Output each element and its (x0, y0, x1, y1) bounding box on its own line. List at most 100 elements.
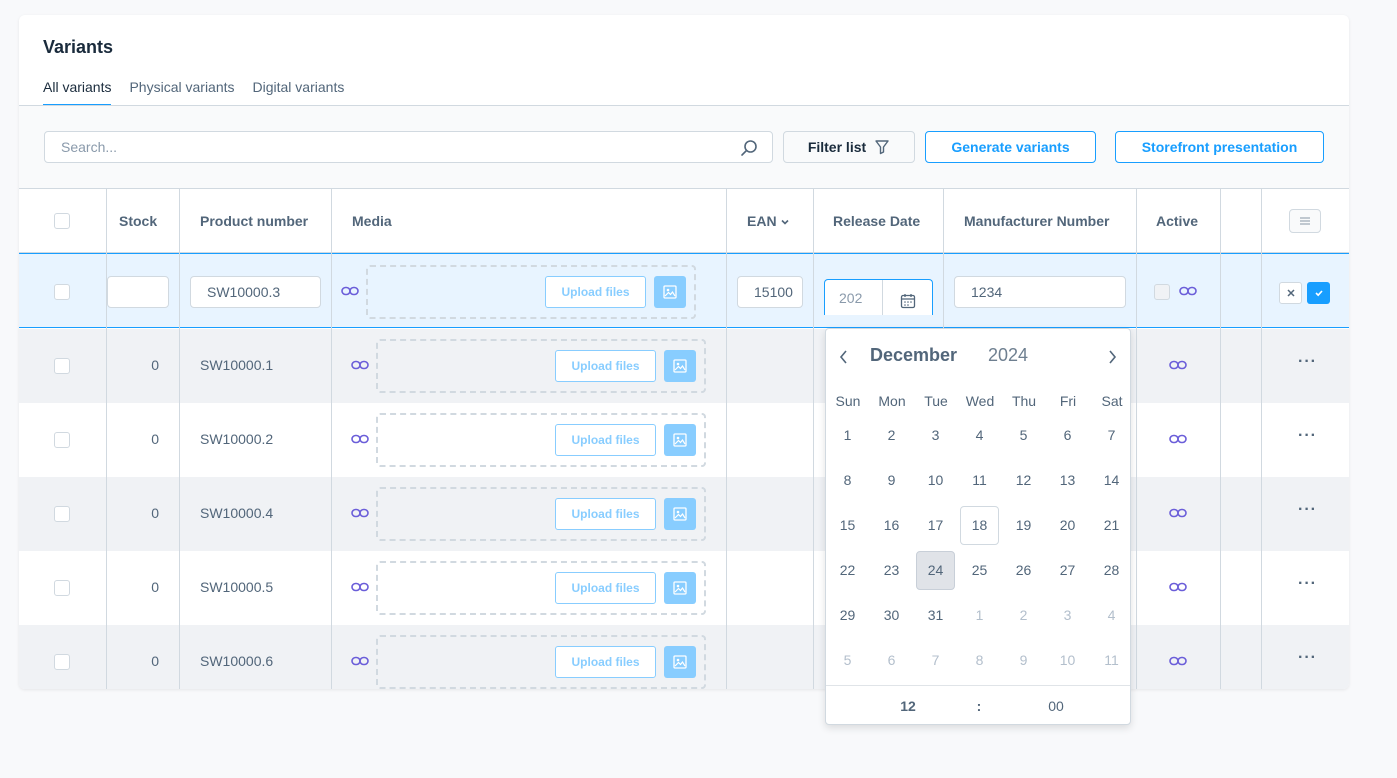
link-icon[interactable] (351, 358, 369, 372)
row-actions-button[interactable]: ··· (1298, 427, 1317, 445)
media-library-button[interactable] (664, 424, 696, 456)
calendar-year[interactable]: 2024 (988, 345, 1028, 366)
link-icon[interactable] (341, 284, 359, 298)
row-checkbox[interactable] (54, 432, 70, 448)
upload-files-button[interactable]: Upload files (555, 424, 656, 456)
product-number-input[interactable]: SW10000.3 (190, 276, 321, 308)
calendar-day[interactable]: 30 (872, 596, 911, 635)
search-icon[interactable] (740, 139, 758, 157)
calendar-day[interactable]: 25 (960, 551, 999, 590)
calendar-day[interactable]: 26 (1004, 551, 1043, 590)
row-actions-button[interactable]: ··· (1298, 501, 1317, 519)
calendar-day[interactable]: 21 (1092, 506, 1131, 545)
calendar-day[interactable]: 18 (960, 506, 999, 545)
calendar-day[interactable]: 8 (828, 461, 867, 500)
calendar-day[interactable]: 22 (828, 551, 867, 590)
filter-list-button[interactable]: Filter list (783, 131, 915, 163)
calendar-day-outside[interactable]: 11 (1092, 641, 1131, 680)
link-icon[interactable] (1169, 580, 1187, 594)
calendar-day-outside[interactable]: 3 (1048, 596, 1087, 635)
hour-input[interactable]: 12 (892, 698, 924, 714)
column-header-active[interactable]: Active (1156, 189, 1198, 253)
calendar-day[interactable]: 14 (1092, 461, 1131, 500)
column-header-release-date[interactable]: Release Date (833, 189, 920, 253)
calendar-day[interactable]: 20 (1048, 506, 1087, 545)
active-checkbox[interactable] (1154, 284, 1170, 300)
calendar-day[interactable]: 15 (828, 506, 867, 545)
calendar-day[interactable]: 17 (916, 506, 955, 545)
select-all-checkbox[interactable] (54, 213, 70, 229)
calendar-day[interactable]: 7 (1092, 416, 1131, 455)
row-checkbox[interactable] (54, 506, 70, 522)
calendar-day-outside[interactable]: 4 (1092, 596, 1131, 635)
link-icon[interactable] (351, 580, 369, 594)
calendar-day[interactable]: 1 (828, 416, 867, 455)
ean-input[interactable]: 15100 (737, 276, 803, 308)
calendar-day[interactable]: 27 (1048, 551, 1087, 590)
chevron-left-icon[interactable] (838, 349, 850, 365)
stock-input[interactable] (107, 276, 169, 308)
media-library-button[interactable] (664, 646, 696, 678)
upload-files-button[interactable]: Upload files (555, 572, 656, 604)
upload-files-button[interactable]: Upload files (555, 646, 656, 678)
column-header-stock[interactable]: Stock (119, 189, 157, 253)
calendar-day[interactable]: 31 (916, 596, 955, 635)
column-header-product-number[interactable]: Product number (200, 189, 308, 253)
calendar-day-outside[interactable]: 10 (1048, 641, 1087, 680)
calendar-day-outside[interactable]: 2 (1004, 596, 1043, 635)
media-library-button[interactable] (664, 572, 696, 604)
link-icon[interactable] (1169, 358, 1187, 372)
link-icon[interactable] (1179, 284, 1197, 298)
calendar-day[interactable]: 24 (916, 551, 955, 590)
media-dropzone[interactable]: Upload files (376, 413, 706, 467)
column-settings-button[interactable] (1289, 209, 1321, 233)
release-date-field[interactable]: 202 (824, 279, 933, 315)
calendar-day[interactable]: 9 (872, 461, 911, 500)
calendar-day[interactable]: 2 (872, 416, 911, 455)
calendar-day[interactable]: 12 (1004, 461, 1043, 500)
column-header-ean[interactable]: EAN (747, 189, 790, 253)
media-dropzone[interactable]: Upload files (376, 561, 706, 615)
media-library-button[interactable] (664, 350, 696, 382)
row-checkbox[interactable] (54, 580, 70, 596)
manufacturer-number-input[interactable]: 1234 (954, 276, 1126, 308)
cancel-edit-button[interactable] (1279, 282, 1302, 304)
calendar-day[interactable]: 3 (916, 416, 955, 455)
calendar-icon[interactable] (900, 293, 916, 309)
calendar-day[interactable]: 23 (872, 551, 911, 590)
calendar-day-outside[interactable]: 8 (960, 641, 999, 680)
row-actions-button[interactable]: ··· (1298, 353, 1317, 371)
calendar-day-outside[interactable]: 5 (828, 641, 867, 680)
storefront-presentation-button[interactable]: Storefront presentation (1115, 131, 1324, 163)
calendar-day[interactable]: 4 (960, 416, 999, 455)
upload-files-button[interactable]: Upload files (555, 498, 656, 530)
row-checkbox[interactable] (54, 284, 70, 300)
calendar-day[interactable]: 16 (872, 506, 911, 545)
calendar-day[interactable]: 11 (960, 461, 999, 500)
upload-files-button[interactable]: Upload files (555, 350, 656, 382)
upload-files-button[interactable]: Upload files (545, 276, 646, 308)
calendar-day[interactable]: 29 (828, 596, 867, 635)
column-header-media[interactable]: Media (352, 189, 392, 253)
media-library-button[interactable] (664, 498, 696, 530)
calendar-day[interactable]: 10 (916, 461, 955, 500)
media-library-button[interactable] (654, 276, 686, 308)
media-dropzone[interactable]: Upload files (366, 265, 696, 319)
calendar-day[interactable]: 5 (1004, 416, 1043, 455)
media-dropzone[interactable]: Upload files (376, 487, 706, 541)
search-input[interactable] (45, 132, 725, 162)
row-actions-button[interactable]: ··· (1298, 649, 1317, 667)
row-checkbox[interactable] (54, 654, 70, 670)
media-dropzone[interactable]: Upload files (376, 635, 706, 689)
release-date-input[interactable]: 202 (839, 290, 862, 306)
row-actions-button[interactable]: ··· (1298, 575, 1317, 593)
calendar-day[interactable]: 19 (1004, 506, 1043, 545)
tab-digital-variants[interactable]: Digital variants (253, 79, 345, 106)
link-icon[interactable] (1169, 654, 1187, 668)
calendar-day-outside[interactable]: 7 (916, 641, 955, 680)
column-header-manufacturer-number[interactable]: Manufacturer Number (964, 189, 1109, 253)
minute-input[interactable]: 00 (1040, 698, 1072, 714)
save-edit-button[interactable] (1307, 282, 1330, 304)
link-icon[interactable] (351, 506, 369, 520)
calendar-month[interactable]: December (870, 345, 957, 366)
